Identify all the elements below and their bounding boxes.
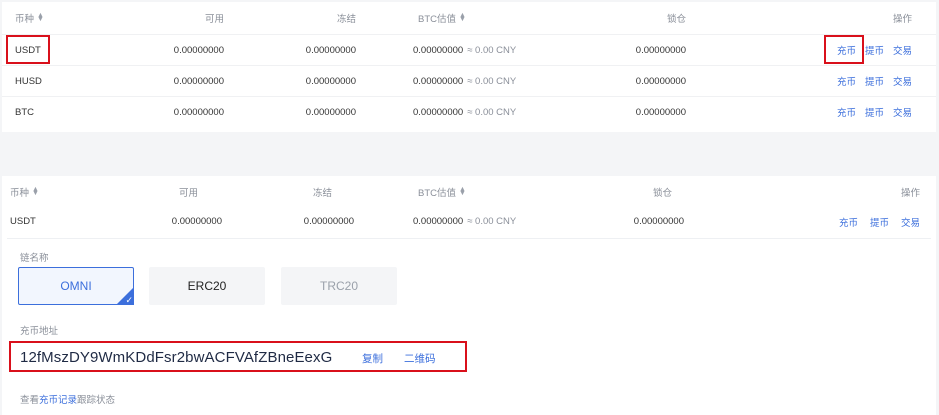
track-prefix: 查看 [20,395,40,406]
available-value: 0.00000000 [171,216,222,227]
header-coin-label: 币种 [10,188,30,199]
deposit-record-link[interactable]: 充币记录 [39,395,77,406]
btc-value: 0.00000000 ≈ 0.00 CNY [413,206,516,237]
btc-value: 0.00000000 ≈ 0.00 CNY [413,66,516,96]
locked-value: 0.00000000 [633,216,684,227]
copy-address-button[interactable]: 复制 [362,351,383,366]
available-value: 0.00000000 [173,106,224,118]
table-row: USDT 0.00000000 0.00000000 0.00000000 ≈ 0… [2,34,936,65]
withdraw-link[interactable]: 提币 [865,105,884,119]
table-header: 币种 ▲ ▼ 可用 冻结 BTC估值 ▲ ▼ 锁仓 操作 [2,176,936,208]
btc-value: 0.00000000 ≈ 0.00 CNY [413,35,516,65]
header-available: 可用 [204,14,224,25]
sort-icon[interactable]: ▲ ▼ [459,12,466,23]
header-locked: 锁仓 [666,14,686,25]
sort-icon[interactable]: ▲ ▼ [32,186,39,197]
withdraw-link[interactable]: 提币 [865,74,884,88]
frozen-value: 0.00000000 [305,75,356,87]
header-coin[interactable]: 币种 ▲ ▼ [10,176,39,208]
btc-amount: 0.00000000 [413,44,464,56]
address-label: 充币地址 [20,326,59,337]
btc-amount: 0.00000000 [413,106,464,118]
table-row: BTC 0.00000000 0.00000000 0.00000000 ≈ 0.… [2,96,936,127]
table-row: HUSD 0.00000000 0.00000000 0.00000000 ≈ 0… [2,65,936,96]
track-suffix: 跟踪状态 [77,395,116,406]
chain-option-label: ERC20 [187,279,227,293]
locked-value: 0.00000000 [635,75,686,87]
coin-name: USDT [10,216,36,227]
header-btc-label: BTC估值 [418,14,457,25]
deposit-record-hint: 查看充币记录跟踪状态 [20,392,115,406]
header-btc-label: BTC估值 [418,188,457,199]
table-row: USDT 0.00000000 0.00000000 0.00000000 ≈ 0… [2,206,936,237]
header-coin[interactable]: 币种 ▲ ▼ [15,2,44,34]
deposit-link[interactable]: 充币 [837,43,856,57]
trade-link[interactable]: 交易 [893,74,912,88]
chain-option-trc20[interactable]: TRC20 [281,267,397,305]
withdraw-link[interactable]: 提币 [865,43,884,57]
chain-option-label: TRC20 [319,279,358,293]
frozen-value: 0.00000000 [305,106,356,118]
deposit-link[interactable]: 充币 [839,215,858,229]
row-actions: 充币 提币 交易 [839,206,920,237]
cny-value: ≈ 0.00 CNY [467,44,517,56]
btc-amount: 0.00000000 [413,216,464,227]
frozen-value: 0.00000000 [303,216,354,227]
deposit-address: 12fMszDY9WmKDdFsr2bwACFVAfZBneEexG [20,349,333,366]
trade-link[interactable]: 交易 [893,105,912,119]
chain-option-omni[interactable]: OMNI ✓ [18,267,134,305]
row-actions: 充币 提币 交易 [837,66,912,96]
cny-value: ≈ 0.00 CNY [467,216,517,227]
sort-icon[interactable]: ▲ ▼ [459,186,466,197]
row-actions: 充币 提币 交易 [837,35,912,65]
table-header: 币种 ▲ ▼ 可用 冻结 BTC估值 ▲ ▼ 锁仓 操作 [2,2,936,34]
chain-option-label: OMNI [60,279,92,293]
coin-name: BTC [15,106,34,118]
header-actions: 操作 [900,188,920,199]
chain-option-erc20[interactable]: ERC20 [149,267,265,305]
withdraw-link[interactable]: 提币 [870,215,889,229]
header-locked: 锁仓 [652,188,672,199]
deposit-panel [7,238,931,415]
coin-name: HUSD [15,75,42,87]
btc-value: 0.00000000 ≈ 0.00 CNY [413,97,516,127]
header-actions: 操作 [892,14,912,25]
chain-label: 链名称 [20,253,49,264]
header-btc-value[interactable]: BTC估值 ▲ ▼ [418,176,466,208]
trade-link[interactable]: 交易 [901,215,920,229]
locked-value: 0.00000000 [635,106,686,118]
header-frozen: 冻结 [312,188,332,199]
trade-link[interactable]: 交易 [893,43,912,57]
row-actions: 充币 提币 交易 [837,97,912,127]
cny-value: ≈ 0.00 CNY [467,106,517,118]
header-available: 可用 [178,188,198,199]
available-value: 0.00000000 [173,75,224,87]
btc-amount: 0.00000000 [413,75,464,87]
locked-value: 0.00000000 [635,44,686,56]
header-btc-value[interactable]: BTC估值 ▲ ▼ [418,2,466,34]
cny-value: ≈ 0.00 CNY [467,75,517,87]
checkmark-icon: ✓ [116,287,134,305]
asset-table-top: 币种 ▲ ▼ 可用 冻结 BTC估值 ▲ ▼ 锁仓 操作 USDT 0.00000000… [2,2,936,132]
header-frozen: 冻结 [336,14,356,25]
available-value: 0.00000000 [173,44,224,56]
frozen-value: 0.00000000 [305,44,356,56]
asset-table-expanded: 币种 ▲ ▼ 可用 冻结 BTC估值 ▲ ▼ 锁仓 操作 USDT 0.00000000… [2,176,936,415]
deposit-link[interactable]: 充币 [837,105,856,119]
header-coin-label: 币种 [15,14,35,25]
qrcode-button[interactable]: 二维码 [404,351,436,366]
deposit-link[interactable]: 充币 [837,74,856,88]
coin-name: USDT [15,44,41,56]
sort-icon[interactable]: ▲ ▼ [37,12,44,23]
